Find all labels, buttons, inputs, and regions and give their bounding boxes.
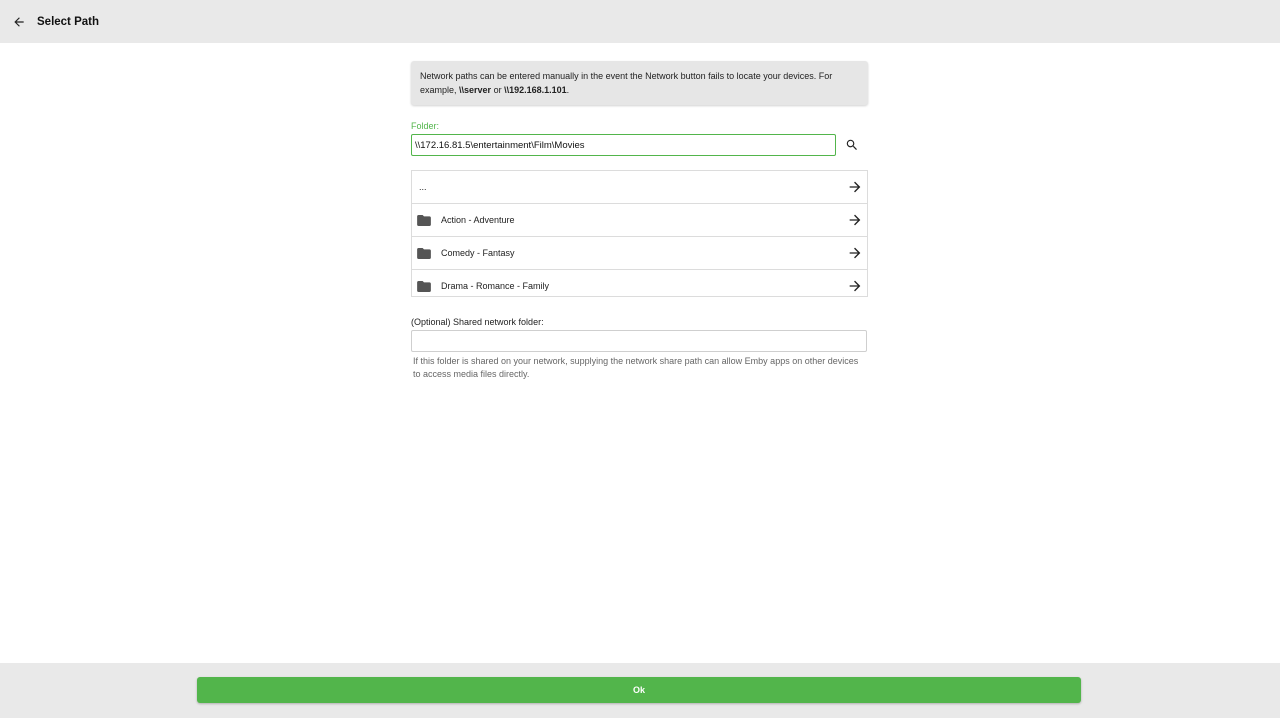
folder-icon xyxy=(417,280,431,292)
shared-folder-input[interactable] xyxy=(411,330,867,352)
page-title: Select Path xyxy=(37,15,99,28)
arrow-right-icon xyxy=(849,247,861,259)
list-item-folder[interactable]: Drama - Romance - Family xyxy=(412,270,867,296)
parent-directory-label: ... xyxy=(419,182,427,192)
shared-folder-label: (Optional) Shared network folder: xyxy=(411,317,544,327)
shared-folder-help: If this folder is shared on your network… xyxy=(413,356,859,379)
arrow-right-icon xyxy=(849,214,861,226)
info-message: Network paths can be entered manually in… xyxy=(411,61,868,105)
back-button[interactable] xyxy=(5,8,33,36)
folder-icon xyxy=(417,214,431,226)
directory-list: ... Action - Adventure Comedy - Fantasy xyxy=(411,170,868,297)
folder-row xyxy=(411,134,868,156)
list-item-folder[interactable]: Comedy - Fantasy xyxy=(412,237,867,270)
folder-input[interactable] xyxy=(411,134,836,156)
arrow-right-icon xyxy=(849,280,861,292)
folder-item-label: Drama - Romance - Family xyxy=(441,281,550,291)
ok-button[interactable]: Ok xyxy=(197,677,1081,703)
arrow-right-icon xyxy=(849,181,861,193)
app-header: Select Path xyxy=(0,0,1280,43)
footer-bar: Ok xyxy=(0,663,1280,718)
search-icon xyxy=(846,139,857,150)
main-content: Network paths can be entered manually in… xyxy=(411,61,868,381)
info-example-server: \\server xyxy=(459,85,492,95)
info-text-mid: or xyxy=(491,85,505,95)
info-example-ip: \\192.168.1.101 xyxy=(504,85,567,95)
list-item-folder[interactable]: Action - Adventure xyxy=(412,204,867,237)
list-item-parent[interactable]: ... xyxy=(412,171,867,204)
search-button[interactable] xyxy=(841,134,863,156)
folder-item-label: Action - Adventure xyxy=(441,215,515,225)
folder-icon xyxy=(417,247,431,259)
folder-item-label: Comedy - Fantasy xyxy=(441,248,515,258)
arrow-left-icon xyxy=(14,16,24,27)
info-text-end: . xyxy=(566,85,570,95)
folder-label: Folder: xyxy=(411,121,440,131)
